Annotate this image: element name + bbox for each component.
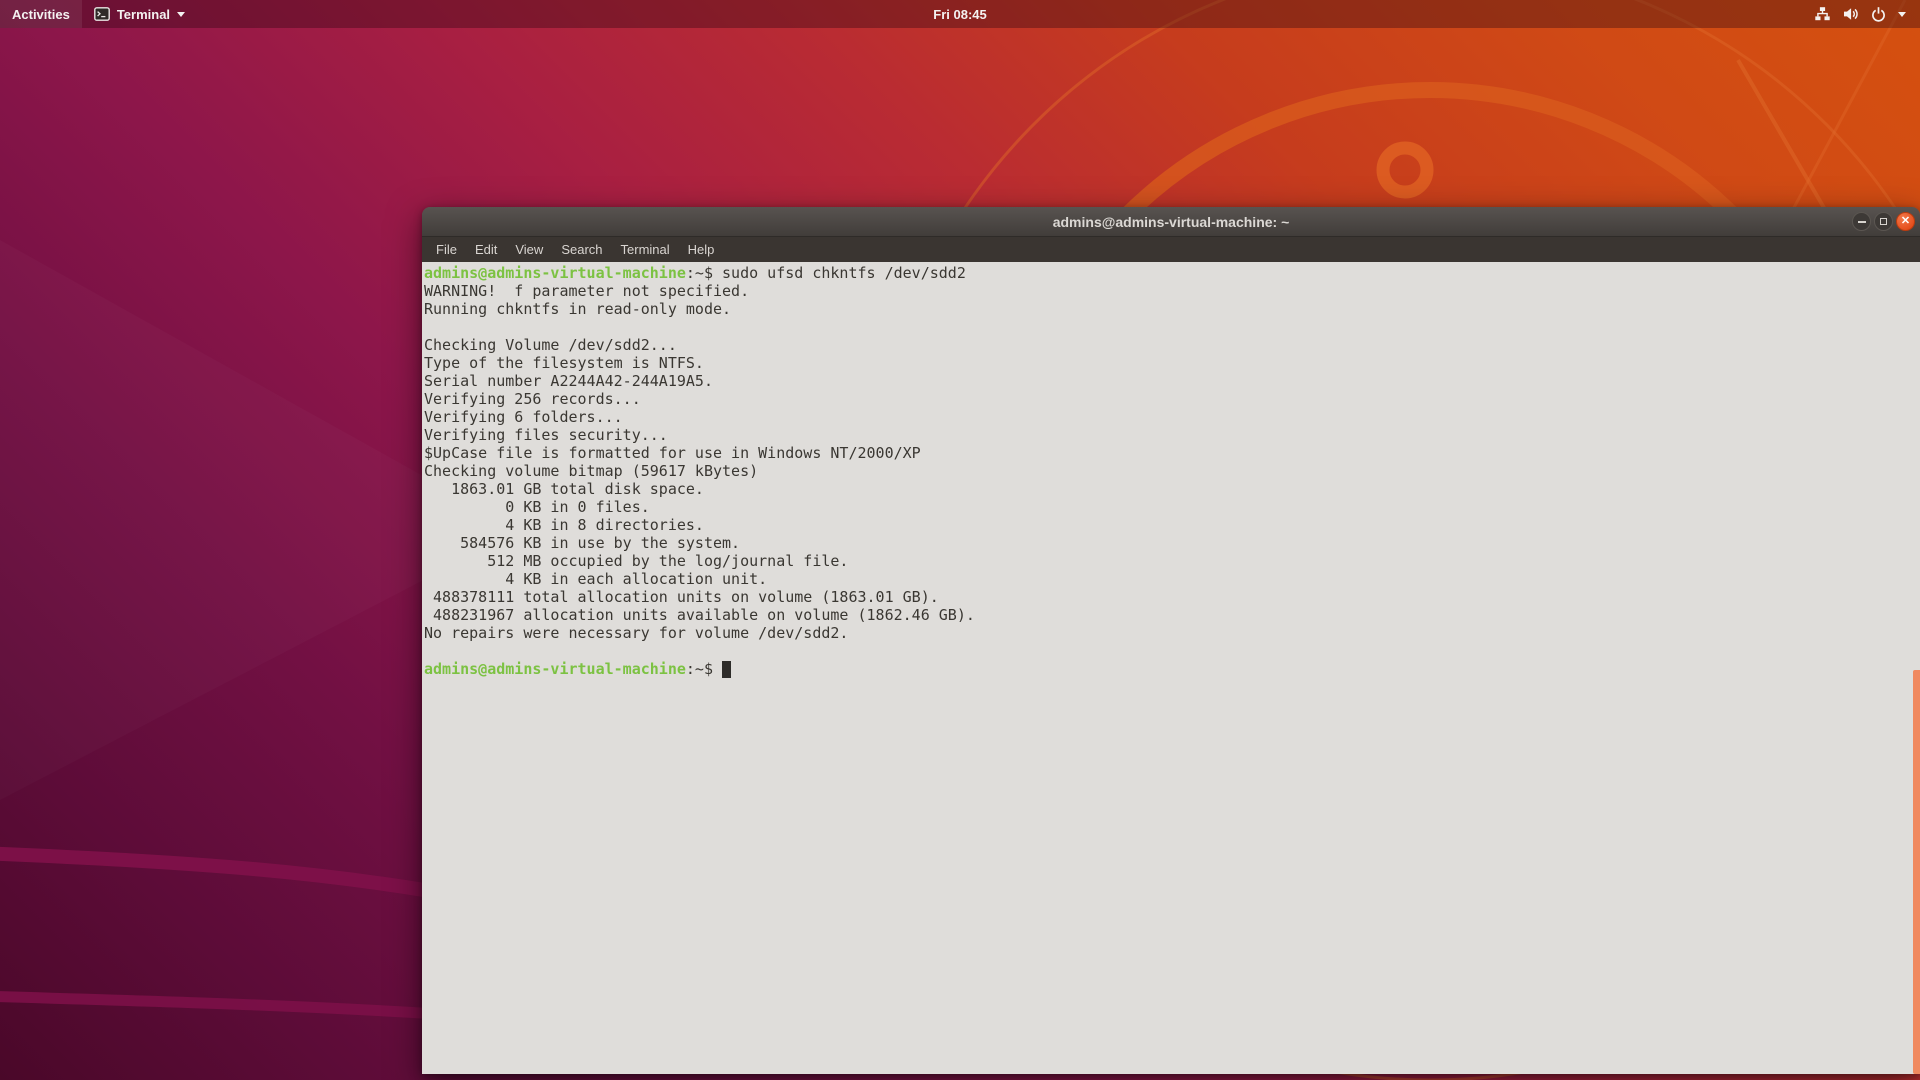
output-line: Verifying 256 records...: [424, 390, 641, 408]
menu-item-search[interactable]: Search: [552, 237, 611, 262]
clock-label: Fri 08:45: [933, 6, 987, 22]
output-line: Checking Volume /dev/sdd2...: [424, 336, 677, 354]
output-line: 512 MB occupied by the log/journal file.: [424, 552, 849, 570]
output-line: Running chkntfs in read-only mode.: [424, 300, 732, 318]
output-line: Verifying files security...: [424, 426, 668, 444]
close-icon: ✕: [1900, 215, 1911, 227]
maximize-button[interactable]: [1874, 212, 1893, 231]
output-line: $UpCase file is formatted for use in Win…: [424, 444, 921, 462]
volume-icon: [1844, 8, 1858, 20]
terminal-window: admins@admins-virtual-machine: ~ ✕ File …: [422, 207, 1920, 1074]
command-line: admins@admins-virtual-machine:~$ sudo uf…: [424, 264, 1920, 282]
prompt-suffix: :~$: [685, 660, 723, 678]
prompt-suffix: :~$: [685, 264, 723, 282]
window-titlebar[interactable]: admins@admins-virtual-machine: ~ ✕: [422, 207, 1920, 237]
output-line: Verifying 6 folders...: [424, 408, 623, 426]
terminal-cursor: [722, 661, 732, 678]
prompt-user-host: admins@admins-virtual-machine: [424, 264, 686, 282]
output-line: 4 KB in each allocation unit.: [424, 570, 768, 588]
menu-item-terminal[interactable]: Terminal: [612, 237, 679, 262]
output-line: WARNING! f parameter not specified.: [424, 282, 750, 300]
terminal-app-icon: [93, 7, 110, 21]
menu-item-view[interactable]: View: [506, 237, 552, 262]
menu-item-edit[interactable]: Edit: [466, 237, 506, 262]
terminal-content[interactable]: admins@admins-virtual-machine:~$ sudo uf…: [422, 262, 1920, 1074]
command-text: sudo ufsd chkntfs /dev/sdd2: [722, 264, 966, 282]
terminal-menubar: File Edit View Search Terminal Help: [422, 237, 1920, 262]
app-menu-terminal[interactable]: Terminal: [82, 0, 197, 28]
activities-button[interactable]: Activities: [0, 0, 82, 28]
terminal-scrollbar[interactable]: [1913, 670, 1920, 1074]
output-line: Serial number A2244A42-244A19A5.: [424, 372, 713, 390]
system-status-area[interactable]: [1800, 0, 1920, 28]
clock[interactable]: Fri 08:45: [923, 0, 996, 28]
output-line: 4 KB in 8 directories.: [424, 516, 704, 534]
activities-label: Activities: [12, 6, 70, 22]
output-line: 488378111 total allocation units on volu…: [424, 588, 939, 606]
prompt-user-host: admins@admins-virtual-machine: [424, 660, 686, 678]
power-icon: [1872, 7, 1885, 22]
output-line: Type of the filesystem is NTFS.: [424, 354, 704, 372]
output-line: No repairs were necessary for volume /de…: [424, 624, 849, 642]
maximize-icon: [1880, 218, 1887, 225]
menu-item-file[interactable]: File: [427, 237, 466, 262]
network-icon: [1815, 7, 1830, 21]
menu-item-help[interactable]: Help: [679, 237, 724, 262]
minimize-icon: [1857, 220, 1866, 223]
minimize-button[interactable]: [1852, 212, 1871, 231]
output-line: 488231967 allocation units available on …: [424, 606, 975, 624]
chevron-down-icon: [177, 11, 186, 17]
output-line: Checking volume bitmap (59617 kBytes): [424, 462, 759, 480]
output-line: 1863.01 GB total disk space.: [424, 480, 704, 498]
output-line: 584576 KB in use by the system.: [424, 534, 741, 552]
chevron-down-icon: [1898, 11, 1906, 17]
output-line: 0 KB in 0 files.: [424, 498, 650, 516]
prompt-line: admins@admins-virtual-machine:~$: [424, 660, 1920, 678]
window-title: admins@admins-virtual-machine: ~: [1052, 213, 1290, 230]
app-menu-label: Terminal: [116, 6, 171, 22]
top-bar: Activities Terminal Fri 08:45: [0, 0, 1920, 28]
close-button[interactable]: ✕: [1896, 212, 1915, 231]
